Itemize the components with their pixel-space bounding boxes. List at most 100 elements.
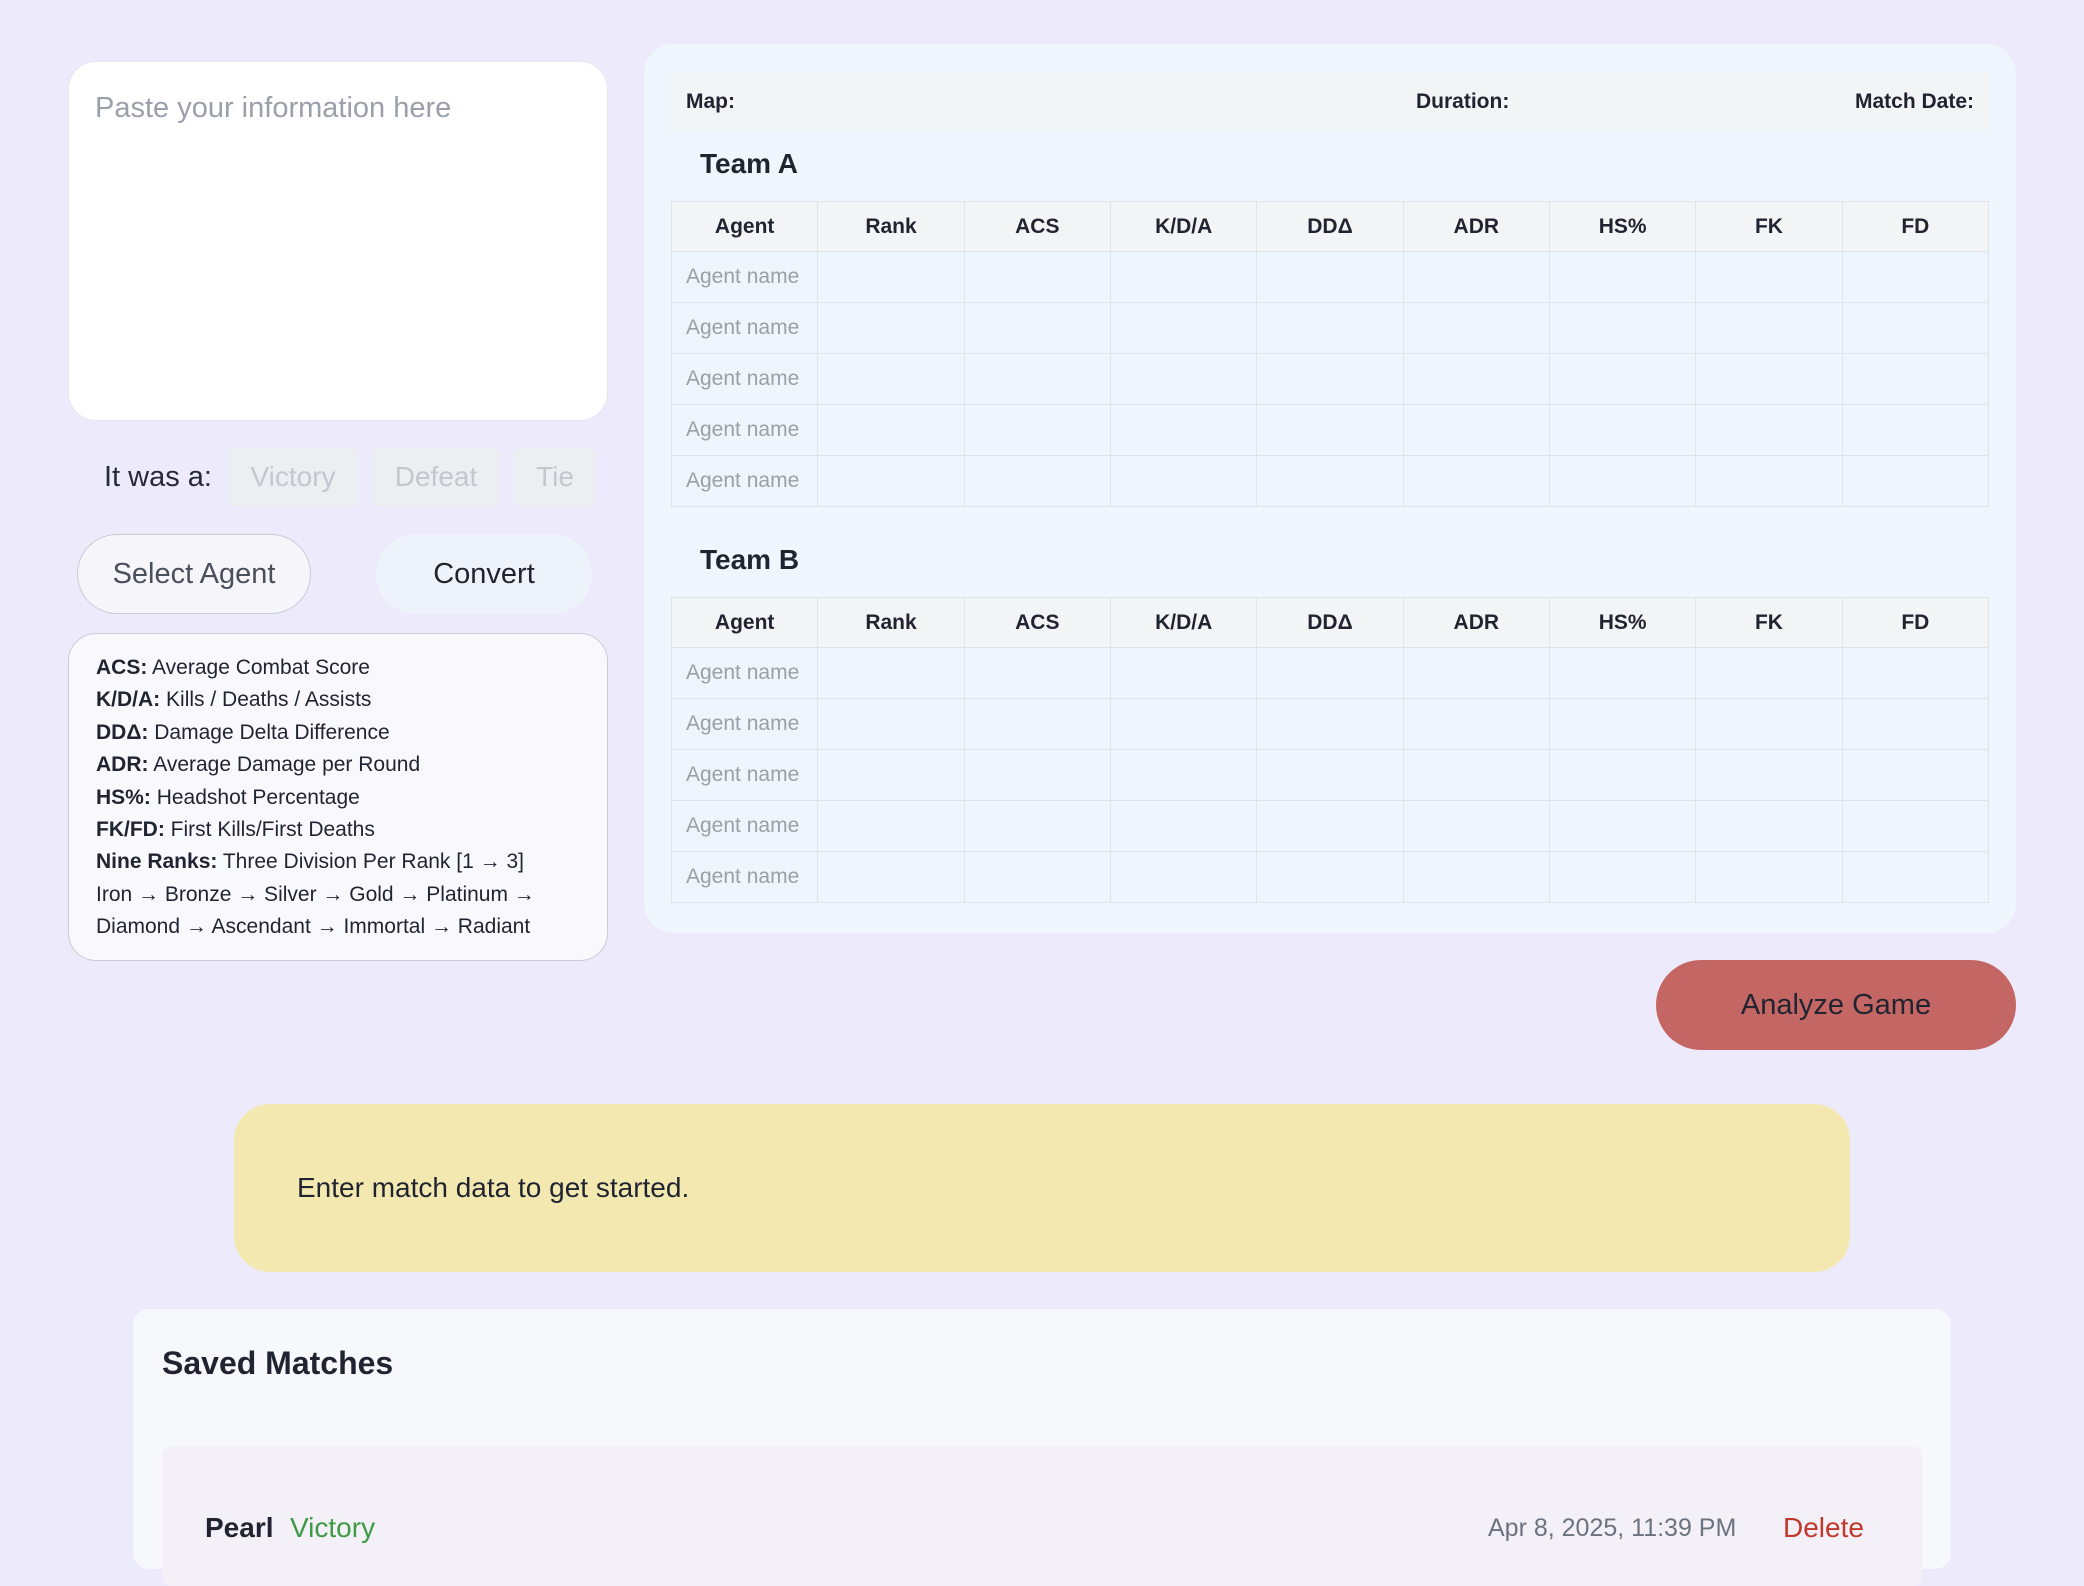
tie-button[interactable]: Tie [514, 448, 596, 506]
fd-cell[interactable] [1841, 749, 1990, 801]
hs-cell[interactable] [1548, 302, 1697, 354]
adr-cell[interactable] [1402, 851, 1550, 903]
acs-cell[interactable] [963, 455, 1111, 507]
acs-cell[interactable] [963, 698, 1111, 750]
fd-cell[interactable] [1841, 455, 1990, 507]
rank-cell[interactable] [817, 749, 965, 801]
hs-cell[interactable] [1548, 404, 1697, 456]
fk-cell[interactable] [1695, 353, 1843, 405]
hs-cell[interactable] [1548, 800, 1697, 852]
fd-cell[interactable] [1841, 698, 1990, 750]
acs-cell[interactable] [963, 353, 1111, 405]
agent-name-input[interactable]: Agent name [670, 302, 819, 354]
hs-cell[interactable] [1548, 455, 1697, 507]
dd-cell[interactable] [1256, 647, 1404, 699]
delete-match-button[interactable]: Delete [1783, 1512, 1864, 1544]
dd-cell[interactable] [1256, 800, 1404, 852]
adr-cell[interactable] [1402, 353, 1550, 405]
hs-cell[interactable] [1548, 647, 1697, 699]
fd-cell[interactable] [1841, 851, 1990, 903]
kda-cell[interactable] [1109, 302, 1258, 354]
acs-cell[interactable] [963, 851, 1111, 903]
hs-cell[interactable] [1548, 851, 1697, 903]
dd-cell[interactable] [1256, 698, 1404, 750]
agent-name-input[interactable]: Agent name [670, 749, 819, 801]
rank-cell[interactable] [817, 800, 965, 852]
rank-cell[interactable] [817, 353, 965, 405]
fk-cell[interactable] [1695, 698, 1843, 750]
kda-cell[interactable] [1109, 455, 1258, 507]
kda-cell[interactable] [1109, 251, 1258, 303]
adr-cell[interactable] [1402, 251, 1550, 303]
rank-cell[interactable] [817, 455, 965, 507]
agent-name-input[interactable]: Agent name [670, 647, 819, 699]
kda-cell[interactable] [1109, 698, 1258, 750]
fk-cell[interactable] [1695, 302, 1843, 354]
acs-cell[interactable] [963, 749, 1111, 801]
hs-cell[interactable] [1548, 353, 1697, 405]
adr-cell[interactable] [1402, 455, 1550, 507]
analyze-game-button[interactable]: Analyze Game [1656, 960, 2016, 1050]
match-info-textarea[interactable]: Paste your information here [68, 61, 608, 421]
rank-cell[interactable] [817, 404, 965, 456]
fd-cell[interactable] [1841, 800, 1990, 852]
acs-cell[interactable] [963, 800, 1111, 852]
fd-cell[interactable] [1841, 647, 1990, 699]
rank-cell[interactable] [817, 851, 965, 903]
rank-cell[interactable] [817, 251, 965, 303]
kda-cell[interactable] [1109, 404, 1258, 456]
agent-name-input[interactable]: Agent name [670, 404, 819, 456]
fk-cell[interactable] [1695, 800, 1843, 852]
rank-cell[interactable] [817, 647, 965, 699]
hs-cell[interactable] [1548, 749, 1697, 801]
agent-name-input[interactable]: Agent name [670, 455, 819, 507]
acs-cell[interactable] [963, 404, 1111, 456]
rank-cell[interactable] [817, 698, 965, 750]
fk-cell[interactable] [1695, 455, 1843, 507]
kda-cell[interactable] [1109, 353, 1258, 405]
kda-cell[interactable] [1109, 749, 1258, 801]
agent-name-input[interactable]: Agent name [670, 800, 819, 852]
adr-cell[interactable] [1402, 698, 1550, 750]
kda-cell[interactable] [1109, 800, 1258, 852]
select-agent-button[interactable]: Select Agent [77, 534, 311, 614]
dd-cell[interactable] [1256, 404, 1404, 456]
dd-cell[interactable] [1256, 455, 1404, 507]
fd-cell[interactable] [1841, 404, 1990, 456]
agent-name-input[interactable]: Agent name [670, 251, 819, 303]
fk-cell[interactable] [1695, 749, 1843, 801]
fk-cell[interactable] [1695, 404, 1843, 456]
adr-cell[interactable] [1402, 404, 1550, 456]
hs-cell[interactable] [1548, 251, 1697, 303]
dd-cell[interactable] [1256, 353, 1404, 405]
acs-cell[interactable] [963, 251, 1111, 303]
dd-cell[interactable] [1256, 851, 1404, 903]
dd-cell[interactable] [1256, 302, 1404, 354]
fd-cell[interactable] [1841, 353, 1990, 405]
agent-name-input[interactable]: Agent name [670, 851, 819, 903]
fk-cell[interactable] [1695, 851, 1843, 903]
agent-name-input[interactable]: Agent name [670, 698, 819, 750]
kda-cell[interactable] [1109, 647, 1258, 699]
acs-cell[interactable] [963, 302, 1111, 354]
column-header: Rank [817, 201, 965, 252]
fk-cell[interactable] [1695, 251, 1843, 303]
victory-button[interactable]: Victory [228, 448, 358, 506]
fd-cell[interactable] [1841, 251, 1990, 303]
fk-cell[interactable] [1695, 647, 1843, 699]
agent-name-input[interactable]: Agent name [670, 353, 819, 405]
adr-cell[interactable] [1402, 302, 1550, 354]
dd-cell[interactable] [1256, 749, 1404, 801]
fd-cell[interactable] [1841, 302, 1990, 354]
rank-cell[interactable] [817, 302, 965, 354]
acs-cell[interactable] [963, 647, 1111, 699]
defeat-button[interactable]: Defeat [372, 448, 500, 506]
dd-cell[interactable] [1256, 251, 1404, 303]
adr-cell[interactable] [1402, 749, 1550, 801]
kda-cell[interactable] [1109, 851, 1258, 903]
convert-button[interactable]: Convert [376, 534, 592, 614]
adr-cell[interactable] [1402, 800, 1550, 852]
saved-match-item[interactable]: Pearl Victory Apr 8, 2025, 11:39 PM Dele… [162, 1446, 1922, 1586]
hs-cell[interactable] [1548, 698, 1697, 750]
adr-cell[interactable] [1402, 647, 1550, 699]
